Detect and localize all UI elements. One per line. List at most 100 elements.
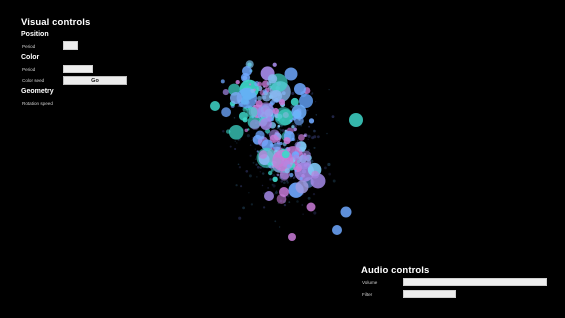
particle <box>210 101 220 111</box>
particle-dust <box>315 114 318 116</box>
particle-dust <box>271 183 274 186</box>
particle-dust <box>255 163 258 166</box>
particle-dust <box>249 144 252 146</box>
particle <box>249 83 252 86</box>
particle <box>299 176 303 181</box>
particle-dust <box>267 187 269 189</box>
particle <box>284 168 290 174</box>
audio-controls-title: Audio controls <box>361 265 430 276</box>
particle-dust <box>301 204 304 206</box>
particle-dust <box>313 129 316 132</box>
particle <box>308 118 315 124</box>
particle-dust <box>317 135 320 139</box>
visual-controls-title: Visual controls <box>21 17 91 28</box>
particle <box>289 172 294 178</box>
particle-dust <box>331 115 335 118</box>
particle <box>255 130 265 140</box>
particle <box>291 125 295 129</box>
particle <box>289 119 293 123</box>
particle <box>228 124 244 140</box>
particle-dust <box>234 147 237 151</box>
particle-dust <box>249 154 252 157</box>
particle <box>222 89 229 96</box>
particle-visualization <box>210 60 363 241</box>
particle <box>349 113 363 127</box>
filter-input[interactable] <box>403 290 456 298</box>
particle <box>249 119 261 130</box>
color-period-input[interactable] <box>63 65 93 73</box>
particle <box>270 168 274 172</box>
particle-dust <box>256 165 260 169</box>
particle-dust <box>307 138 309 141</box>
particle-dust <box>306 109 309 112</box>
particle-dust <box>229 145 232 148</box>
particle <box>303 134 307 137</box>
particle-dust <box>234 140 237 142</box>
particle <box>283 137 291 145</box>
particle-dust <box>313 135 317 139</box>
color-seed-go-button[interactable]: Go <box>63 76 127 85</box>
particle <box>262 89 267 94</box>
particle <box>340 206 352 218</box>
particle <box>272 62 277 67</box>
color-heading: Color <box>21 54 40 61</box>
particle-dust <box>326 132 328 135</box>
particle <box>225 129 231 134</box>
particle-dust <box>269 178 272 181</box>
particle <box>276 137 281 142</box>
particle <box>256 150 259 153</box>
particle-dust <box>290 105 294 108</box>
particle-dust <box>310 92 314 95</box>
particle-dust <box>254 158 257 160</box>
particle-dust <box>237 163 240 166</box>
particle-dust <box>250 203 254 206</box>
particle <box>230 92 242 104</box>
particle <box>260 118 272 130</box>
particle <box>242 66 252 76</box>
position-period-label: Period <box>22 43 36 49</box>
particle-dust <box>279 129 283 132</box>
position-heading: Position <box>21 31 49 38</box>
particle-dust <box>238 166 242 169</box>
particle-dust <box>262 206 266 209</box>
particle-dust <box>302 213 304 215</box>
particle <box>272 107 279 115</box>
particle <box>310 173 326 189</box>
particle <box>277 124 281 128</box>
particle-dust <box>254 148 256 150</box>
particle <box>258 150 268 159</box>
particle-dust <box>332 179 336 183</box>
particle <box>268 165 272 168</box>
particle-dust <box>313 211 317 215</box>
particle <box>274 154 279 158</box>
color-seed-label: Color seed <box>22 78 45 83</box>
particle <box>284 67 298 81</box>
volume-input[interactable] <box>403 278 547 286</box>
particle-dust <box>233 117 236 119</box>
particle-dust <box>291 91 295 96</box>
particle-dust <box>315 101 317 103</box>
particle-dust <box>288 201 291 204</box>
particle <box>246 106 258 118</box>
particle-dust <box>236 142 238 144</box>
particle <box>277 109 294 126</box>
particle <box>294 141 301 148</box>
particle-dust <box>272 173 276 177</box>
particle <box>257 81 263 87</box>
particle <box>279 187 289 197</box>
volume-label: Volume <box>362 280 378 285</box>
particle-dust <box>235 184 238 187</box>
particle-dust <box>256 176 258 178</box>
particle-dust <box>274 220 277 223</box>
particle-dust <box>283 145 286 148</box>
particle <box>298 134 305 141</box>
particle-dust <box>286 181 289 184</box>
particle <box>281 150 290 159</box>
particle <box>244 128 249 133</box>
particle <box>288 233 296 241</box>
particle <box>272 142 281 151</box>
position-period-input[interactable] <box>63 41 78 50</box>
particle <box>290 162 293 165</box>
particle <box>235 79 240 85</box>
particle-dust <box>283 181 286 184</box>
